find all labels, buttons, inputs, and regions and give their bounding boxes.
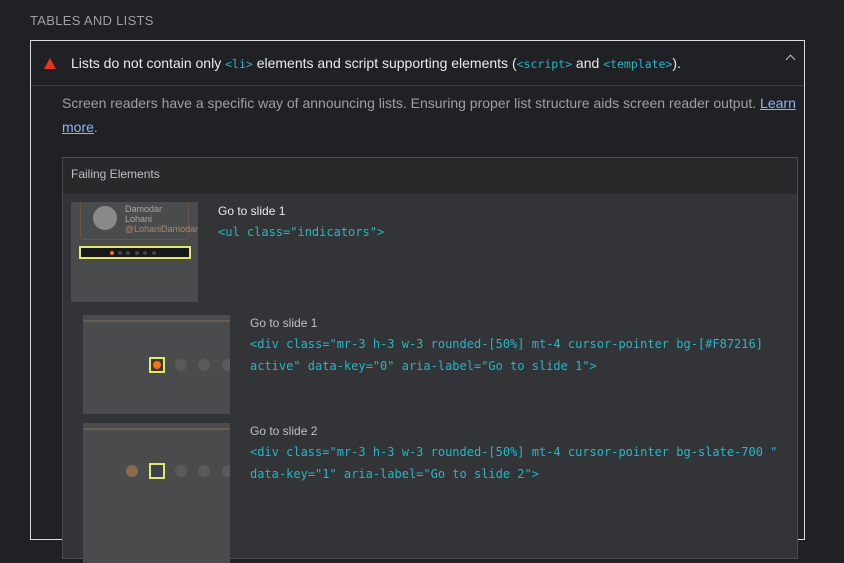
chevron-up-icon[interactable] — [785, 54, 796, 65]
node-snippet[interactable]: <div class="mr-3 h-3 w-3 rounded-[50%] m… — [250, 441, 780, 485]
highlight-box — [149, 357, 165, 373]
node-snippet[interactable]: <div class="mr-3 h-3 w-3 rounded-[50%] m… — [250, 333, 780, 377]
node-snippet[interactable]: <ul class="indicators"> — [218, 221, 748, 243]
audit-list-items: Lists do not contain only <li> elements … — [30, 40, 805, 563]
element-screenshot: Damodar Lohani @LohaniDamodar — [71, 202, 198, 302]
table-header: Failing Elements — [63, 158, 797, 194]
section-title: TABLES AND LISTS — [30, 13, 154, 28]
avatar — [93, 206, 117, 230]
thumb-profile-text: Damodar Lohani @LohaniDamodar — [125, 204, 198, 234]
node-label: Go to slide 2 — [250, 424, 318, 438]
audit-header[interactable]: Lists do not contain only <li> elements … — [31, 41, 804, 86]
node-label: Go to slide 1 — [218, 204, 286, 218]
element-screenshot — [83, 423, 230, 563]
highlight-box — [149, 463, 165, 479]
audit-title: Lists do not contain only <li> elements … — [71, 55, 681, 71]
highlight-box — [79, 246, 191, 259]
fail-triangle-icon — [44, 57, 56, 69]
audit-description: Screen readers have a specific way of an… — [62, 95, 796, 135]
element-screenshot — [83, 315, 230, 414]
node-label: Go to slide 1 — [250, 316, 318, 330]
failing-elements-table: Failing Elements Damodar Lohani @LohaniDam… — [62, 157, 798, 563]
